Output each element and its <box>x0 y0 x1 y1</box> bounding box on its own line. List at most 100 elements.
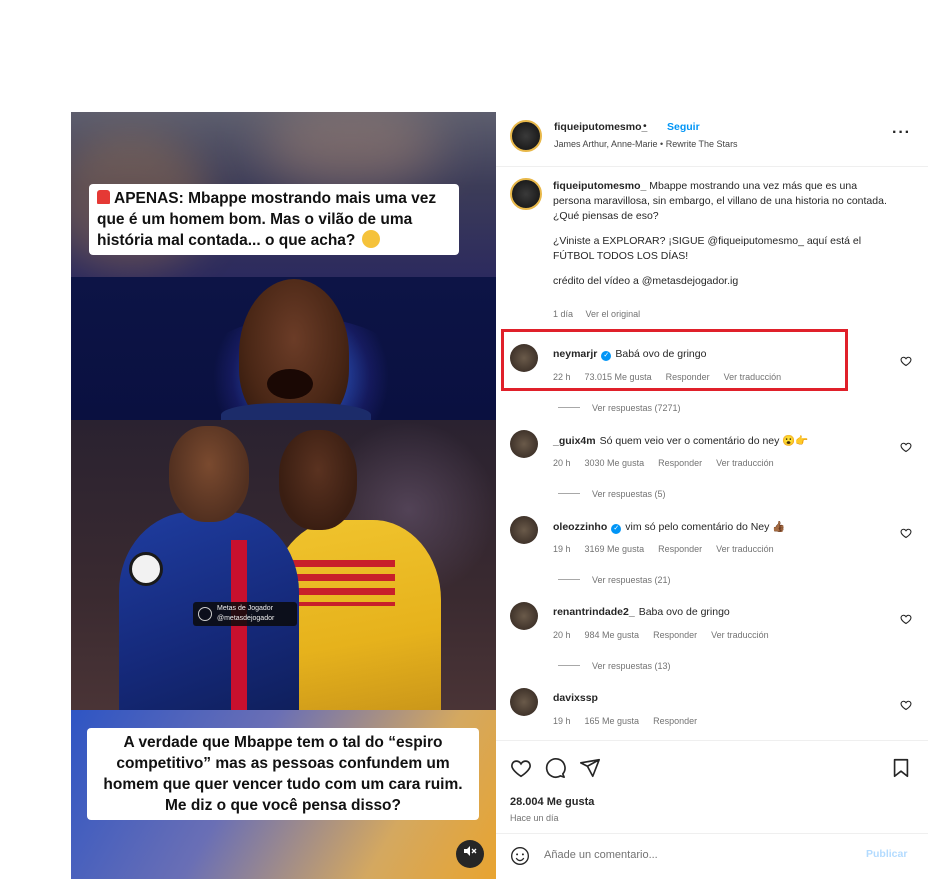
author-username[interactable]: fiqueiputomesmo_ <box>554 121 647 133</box>
comment-likes[interactable]: 3169 Me gusta <box>585 544 645 554</box>
thinking-emoji-icon <box>361 230 380 248</box>
likes-count[interactable]: 28.004 Me gusta <box>510 796 594 808</box>
champions-league-badge <box>129 552 163 586</box>
post-time: Hace un día <box>510 813 559 823</box>
comment-item: oleozzinho ✓ vim só pelo comentário do Ney… <box>496 512 928 592</box>
post-side-panel: fiqueiputomesmo_ • Seguir James Arthur, … <box>496 112 928 879</box>
comment-item: neymarjr ✓ Babá ovo de gringo 22 h 73.015 Me… <box>496 340 928 420</box>
comment-avatar[interactable] <box>510 430 538 458</box>
replies-divider <box>558 493 580 494</box>
translate-link[interactable]: Ver traducción <box>711 630 769 640</box>
author-avatar[interactable] <box>510 120 542 152</box>
reply-button[interactable]: Responder <box>666 372 710 382</box>
comment-meta: 19 h 165 Me gusta Responder <box>553 716 711 726</box>
header-separator: • <box>643 120 647 132</box>
speaker-muted-icon <box>464 846 477 856</box>
comment-line: _guix4m Só quem veio ver o comentário do … <box>553 434 808 447</box>
reply-button[interactable]: Responder <box>653 630 697 640</box>
comment-time: 19 h <box>553 544 571 554</box>
view-replies-label: Ver respuestas (7271) <box>592 403 681 413</box>
comment-line: renantrindade2_ Baba ovo de gringo <box>553 606 730 618</box>
caption-author-avatar[interactable] <box>510 178 542 210</box>
replies-divider <box>558 407 580 408</box>
follow-button[interactable]: Seguir <box>667 121 700 133</box>
video-watermark: Metas de Jogador @metasdejogador <box>193 602 297 626</box>
verified-badge-icon: ✓ <box>611 524 622 534</box>
translate-link[interactable]: Ver traducción <box>716 544 774 554</box>
comment-line: davixssp <box>553 692 602 704</box>
caption-text: fiqueiputomesmo_ Mbappe mostrando una ve… <box>553 179 893 299</box>
view-replies-link[interactable]: Ver respuestas (13) <box>558 661 671 671</box>
comment-likes[interactable]: 73.015 Me gusta <box>585 372 652 382</box>
caption-paragraph-2: ¿Viniste a EXPLORAR? ¡SIGUE @fiqueiputom… <box>553 235 862 262</box>
media-caption-top-text: APENAS: Mbappe mostrando mais uma vez qu… <box>97 190 437 249</box>
caption-paragraph-3: crédito del vídeo a @metasdejogador.ig <box>553 275 739 287</box>
photo-mbappe-shouting <box>71 277 496 420</box>
post-media[interactable]: Metas de Jogador @metasdejogador APENAS:… <box>71 112 496 879</box>
comment-avatar[interactable] <box>510 344 538 372</box>
instagram-post-page: Metas de Jogador @metasdejogador APENAS:… <box>0 0 944 879</box>
comment-likes[interactable]: 3030 Me gusta <box>585 458 645 468</box>
comment-username[interactable]: neymarjr <box>553 348 597 360</box>
view-replies-label: Ver respuestas (13) <box>592 661 671 671</box>
reply-button[interactable]: Responder <box>658 458 702 468</box>
emoji-icon[interactable] <box>510 846 530 866</box>
comment-time: 20 h <box>553 458 571 468</box>
replies-divider <box>558 579 580 580</box>
view-replies-label: Ver respuestas (5) <box>592 489 666 499</box>
comment-text: Babá ovo de gringo <box>615 348 707 360</box>
comment-text: Só quem veio ver o comentário do ney 😮👉 <box>599 435 809 447</box>
comment-avatar[interactable] <box>510 516 538 544</box>
comment-like-heart-icon[interactable] <box>900 527 912 539</box>
comment-like-heart-icon[interactable] <box>900 355 912 367</box>
add-comment-row: Publicar <box>496 833 928 879</box>
translate-link[interactable]: Ver traducción <box>724 372 782 382</box>
comment-meta: 19 h 3169 Me gusta Responder Ver traducción <box>553 544 788 554</box>
view-replies-link[interactable]: Ver respuestas (5) <box>558 489 666 499</box>
reply-button[interactable]: Responder <box>658 544 702 554</box>
comment-avatar[interactable] <box>510 602 538 630</box>
add-comment-input[interactable] <box>544 842 844 868</box>
comment-likes[interactable]: 984 Me gusta <box>585 630 640 640</box>
comment-username[interactable]: renantrindade2_ <box>553 606 635 618</box>
watermark-handle: @metasdejogador <box>217 615 275 622</box>
comment-time: 19 h <box>553 716 571 726</box>
comment-likes[interactable]: 165 Me gusta <box>585 716 640 726</box>
comment-meta: 20 h 984 Me gusta Responder Ver traducción <box>553 630 783 640</box>
comment-like-heart-icon[interactable] <box>900 699 912 711</box>
watermark-title: Metas de Jogador <box>217 605 274 612</box>
caption-meta: 1 día Ver el original <box>553 309 650 319</box>
post-header: fiqueiputomesmo_ • Seguir James Arthur, … <box>496 112 928 167</box>
caption-username[interactable]: fiqueiputomesmo_ <box>553 180 646 192</box>
more-options-button[interactable]: ··· <box>892 124 911 142</box>
view-replies-link[interactable]: Ver respuestas (21) <box>558 575 671 585</box>
bookmark-icon[interactable] <box>890 757 912 779</box>
ellipsis-icon: ··· <box>892 124 911 141</box>
see-original-link[interactable]: Ver el original <box>586 309 641 319</box>
comment-line: neymarjr ✓ Babá ovo de gringo <box>553 348 706 361</box>
action-bar: 28.004 Me gusta Hace un día Publicar <box>496 740 928 879</box>
view-replies-label: Ver respuestas (21) <box>592 575 671 585</box>
publish-button[interactable]: Publicar <box>866 848 907 860</box>
comment-username[interactable]: oleozzinho <box>553 521 607 533</box>
comment-icon[interactable] <box>544 757 566 779</box>
translate-link[interactable]: Ver traducción <box>716 458 774 468</box>
view-replies-link[interactable]: Ver respuestas (7271) <box>558 403 681 413</box>
photo-players-hug: Metas de Jogador @metasdejogador <box>71 420 496 710</box>
audio-track[interactable]: James Arthur, Anne-Marie • Rewrite The S… <box>554 139 738 149</box>
share-icon[interactable] <box>579 757 601 779</box>
comment-username[interactable]: davixssp <box>553 692 598 704</box>
heart-icon[interactable] <box>510 757 532 779</box>
comment-like-heart-icon[interactable] <box>900 613 912 625</box>
mute-toggle-button[interactable] <box>456 840 484 868</box>
comment-username[interactable]: _guix4m <box>553 435 596 447</box>
comment-item: _guix4m Só quem veio ver o comentário do … <box>496 426 928 506</box>
comment-text: vim só pelo comentário do Ney 👍🏾 <box>625 521 786 533</box>
comment-avatar[interactable] <box>510 688 538 716</box>
comment-line: oleozzinho ✓ vim só pelo comentário do Ney… <box>553 520 785 534</box>
comment-text: Baba ovo de gringo <box>638 606 730 618</box>
caption-time: 1 día <box>553 309 574 319</box>
reply-button[interactable]: Responder <box>653 716 697 726</box>
comment-like-heart-icon[interactable] <box>900 441 912 453</box>
comment-item: renantrindade2_ Baba ovo de gringo 20 h 984… <box>496 598 928 678</box>
